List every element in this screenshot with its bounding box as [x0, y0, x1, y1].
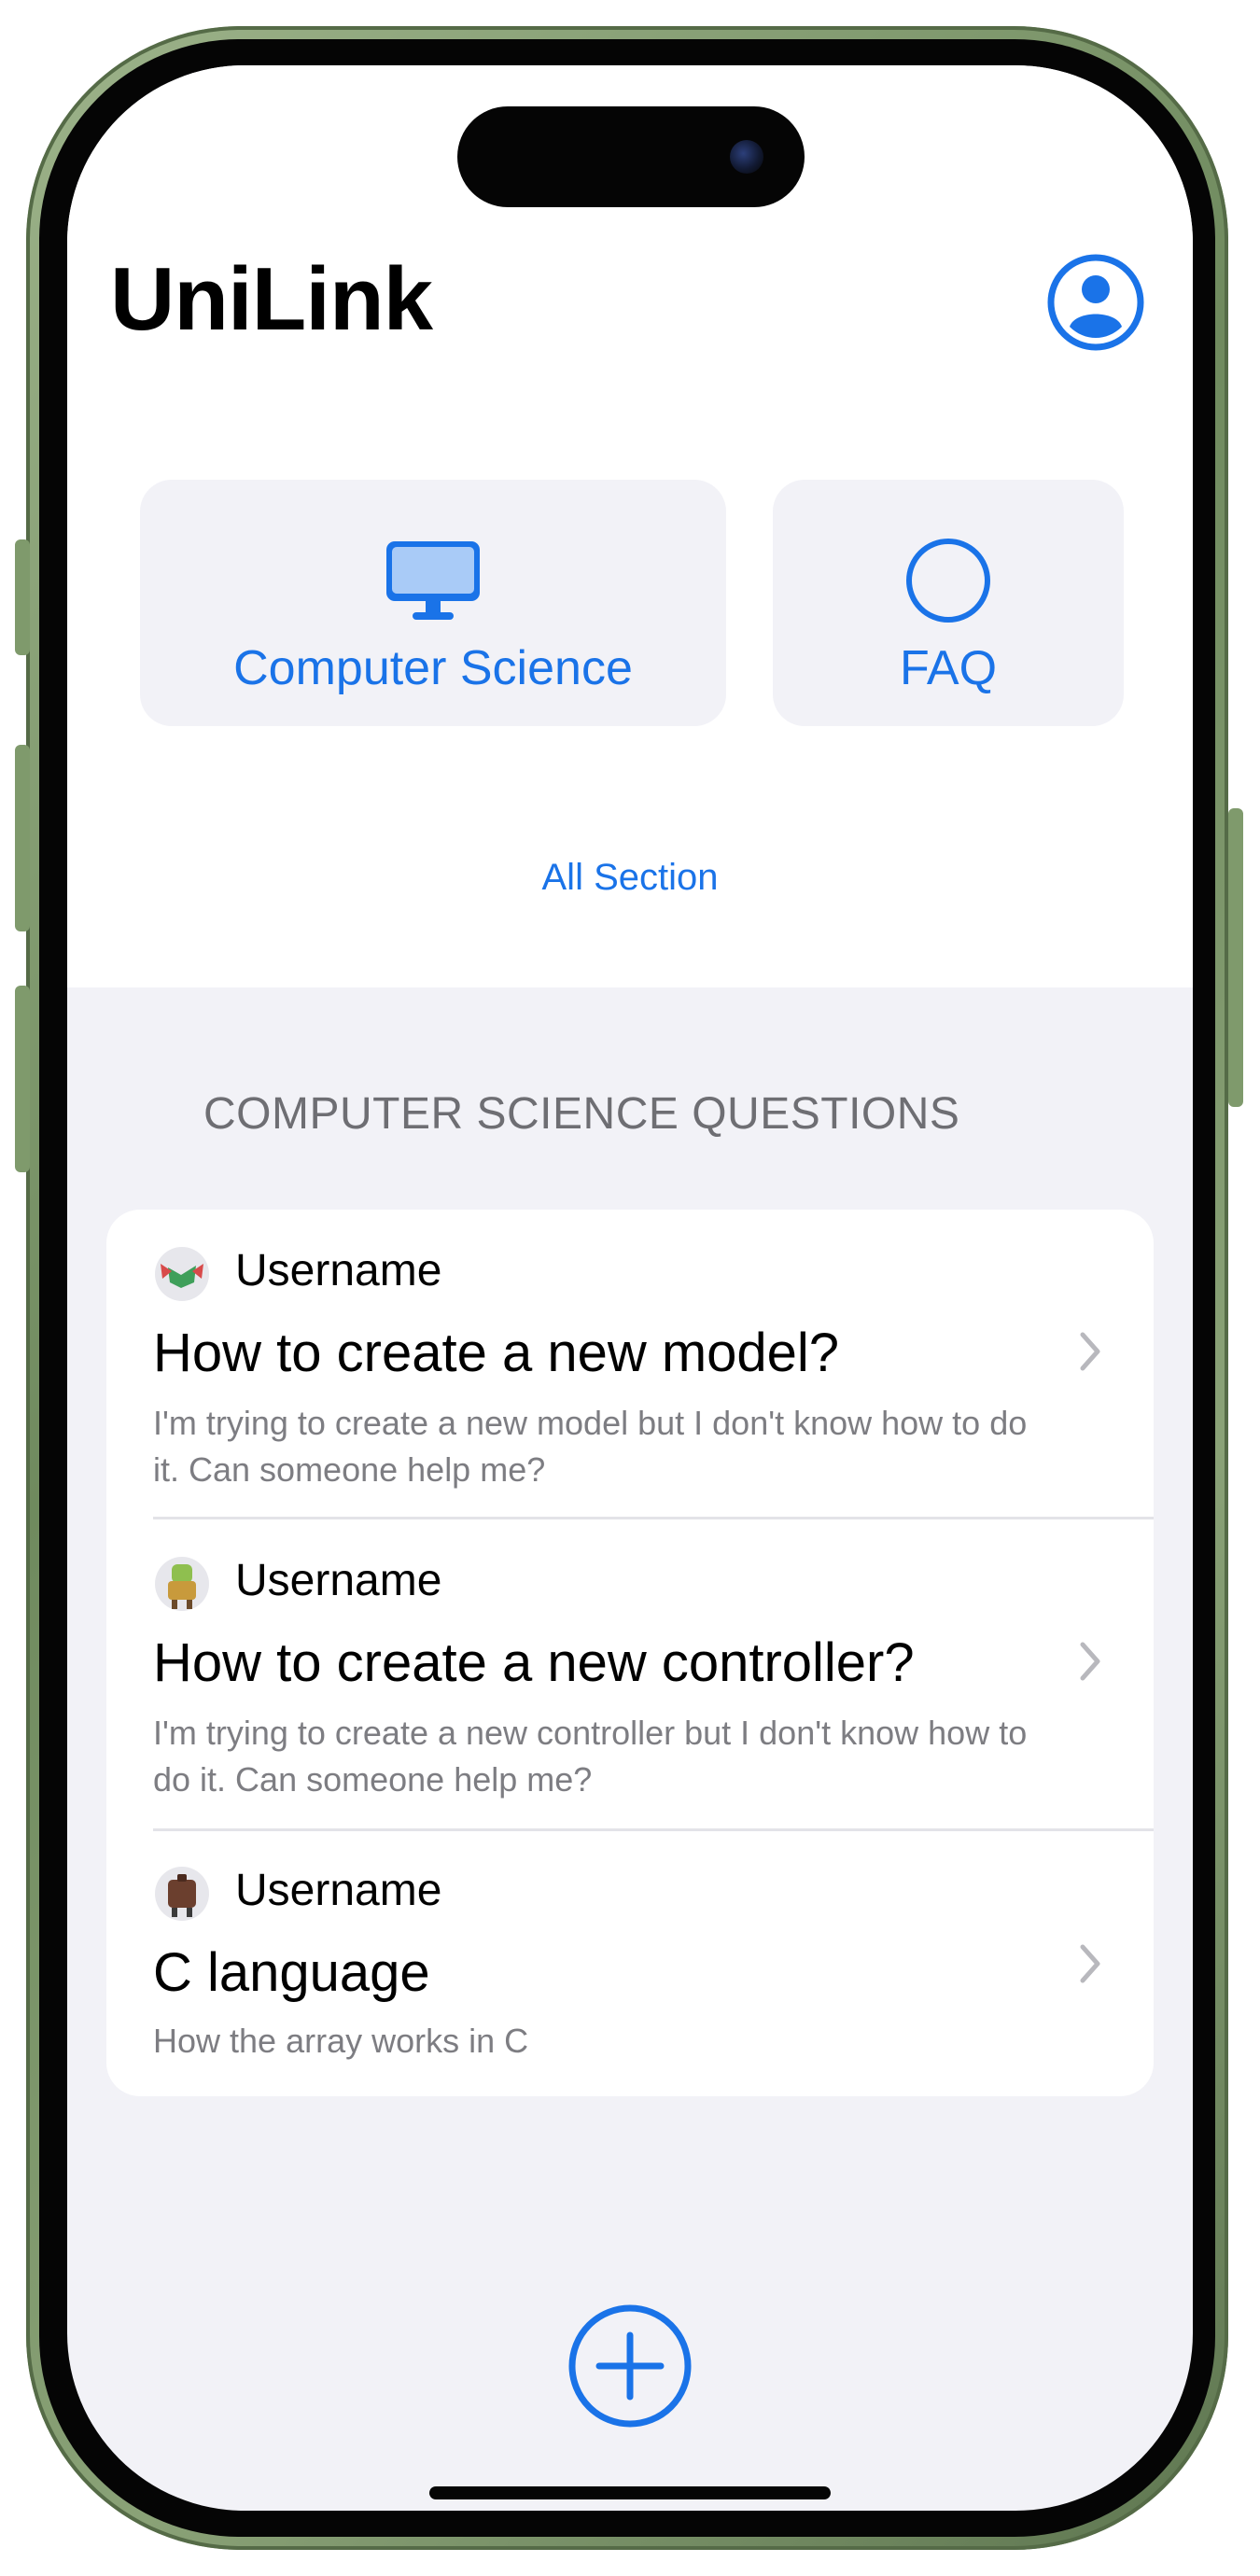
question-body: How the array works in C [153, 2022, 529, 2060]
username: Username [235, 1556, 442, 1605]
username: Username [235, 1866, 442, 1915]
all-section-link[interactable]: All Section [67, 857, 1193, 899]
username: Username [235, 1246, 442, 1295]
chevron-right-icon [1080, 1642, 1100, 1681]
faq-card[interactable]: FAQ [773, 480, 1124, 726]
section-header: COMPUTER SCIENCE QUESTIONS [203, 1089, 960, 1139]
question-body: I'm trying to create a new controller bu… [153, 1714, 1028, 1799]
faq-label: FAQ [899, 641, 998, 695]
app-screen: UniLink Computer Science FAQ All Section… [67, 65, 1193, 2511]
list-item[interactable]: Username How to create a new model? I'm … [106, 1210, 1154, 1519]
profile-button[interactable] [1045, 252, 1146, 353]
question-title: C language [153, 1942, 430, 2003]
computer-science-label: Computer Science [233, 641, 633, 695]
list-item[interactable]: Username C language How the array works … [106, 1831, 1154, 2096]
person-circle-icon [1047, 254, 1144, 351]
desktop-computer-icon [386, 541, 480, 620]
chevron-right-icon [1080, 1944, 1100, 1983]
computer-science-card[interactable]: Computer Science [140, 480, 726, 726]
home-indicator[interactable] [429, 2486, 831, 2499]
add-question-button[interactable] [566, 2302, 694, 2430]
plus-circle-icon [568, 2304, 692, 2428]
volume-down-button [15, 986, 30, 1172]
app-title: UniLink [110, 249, 433, 349]
front-camera-icon [730, 140, 763, 174]
questions-list: Username How to create a new model? I'm … [106, 1210, 1154, 2096]
dynamic-island [457, 106, 805, 207]
avatar-icon [155, 1867, 209, 1921]
question-title: How to create a new controller? [153, 1632, 915, 1693]
volume-up-button [15, 745, 30, 931]
question-title: How to create a new model? [153, 1323, 840, 1383]
avatar-icon [155, 1247, 209, 1301]
action-button [15, 539, 30, 655]
list-item[interactable]: Username How to create a new controller?… [106, 1519, 1154, 1831]
avatar-icon [155, 1557, 209, 1611]
power-button [1228, 808, 1243, 1107]
circle-icon [906, 539, 990, 623]
question-body: I'm trying to create a new model but I d… [153, 1404, 1028, 1489]
chevron-right-icon [1080, 1332, 1100, 1371]
